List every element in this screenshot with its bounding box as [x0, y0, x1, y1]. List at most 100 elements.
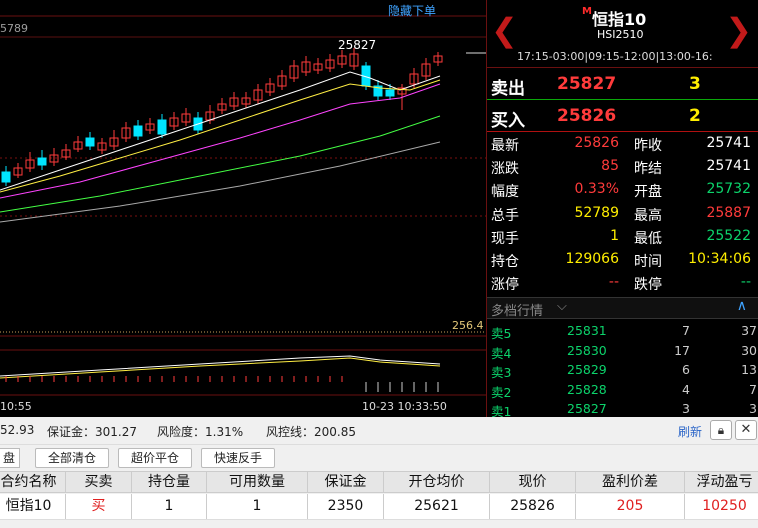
sell-price: 25827	[557, 74, 617, 94]
depth-row[interactable]: 卖4 25830 17 30	[487, 341, 758, 361]
depth-volume: 7	[682, 323, 690, 338]
hide-order-link[interactable]: 隐藏下单	[388, 2, 436, 19]
candle-body	[133, 125, 143, 137]
lock-icon[interactable]: 🔒︎	[710, 420, 732, 440]
buy-volume: 2	[689, 106, 701, 126]
candle-body	[85, 137, 95, 147]
depth-cumulative: 37	[741, 323, 757, 338]
stat-value: 0.33%	[574, 181, 619, 198]
quick-reverse-button[interactable]: 快速反手	[201, 448, 275, 468]
column-header[interactable]: 可用数量	[207, 472, 308, 492]
prev-symbol-icon[interactable]: ❮	[491, 14, 518, 46]
collapse-up-icon[interactable]: ∧	[737, 298, 747, 314]
sell-quote-row[interactable]: 卖出 25827 3	[487, 68, 758, 99]
risk-info: 风险度：1.31%	[157, 425, 244, 439]
ma40-line	[0, 115, 441, 213]
stat-value: --	[740, 274, 751, 291]
stat-label: 昨收	[634, 138, 662, 154]
close-icon[interactable]: ✕	[735, 420, 757, 440]
table-cell: 恒指10	[0, 494, 66, 519]
time-axis-left-label: 10:55	[0, 400, 32, 413]
stat-label: 跌停	[634, 277, 662, 294]
column-header[interactable]: 现价	[490, 472, 576, 492]
indicator-level-label: 256.4	[452, 319, 484, 332]
depth-volume: 17	[674, 342, 690, 358]
depth-row[interactable]: 卖1 25827 3 3	[487, 399, 758, 419]
price-axis-top-label: 5789	[0, 22, 28, 35]
stat-label: 最高	[634, 207, 662, 224]
stat-label: 现手	[491, 230, 519, 247]
column-header[interactable]: 开仓均价	[384, 472, 490, 492]
column-header[interactable]: 合约名称	[0, 472, 66, 492]
depth-header[interactable]: 多档行情 ⌵ ∧	[487, 297, 758, 319]
table-row[interactable]: 恒指10 买 1 1 2350 25621 25826 205 10250	[0, 494, 758, 520]
stat-label: 涨停	[491, 277, 519, 294]
depth-row[interactable]: 卖3 25829 6 13	[487, 360, 758, 380]
buy-label: 买入	[491, 111, 525, 131]
session-times: 17:15-03:00|09:15-12:00|13:00-16:	[517, 50, 713, 63]
stat-label: 总手	[491, 207, 519, 224]
time-axis-cursor-label: 10-23 10:33:50	[362, 400, 447, 413]
column-header[interactable]: 持仓量	[132, 472, 207, 492]
stat-value: 25741	[706, 135, 751, 151]
depth-level-label: 卖5	[491, 326, 512, 341]
symbol-code: HSI2510	[597, 28, 644, 41]
stat-value: 25522	[706, 227, 751, 244]
candlestick-chart[interactable]: 5789 隐藏下单 25827 256.4 10:55 10-23 10:33:…	[0, 0, 486, 417]
depth-level-label: 卖4	[491, 345, 512, 361]
stat-value: 25732	[706, 181, 751, 198]
margin-info: 保证金：301.27	[47, 425, 137, 439]
balance-partial: 52.93	[0, 423, 35, 437]
quote-panel: ❮ M 恒指10 HSI2510 17:15-03:00|09:15-12:00…	[486, 0, 758, 419]
chevron-double-down-icon[interactable]: ⌵	[557, 299, 567, 314]
column-header[interactable]: 买卖	[66, 472, 132, 492]
stat-value: 52789	[574, 204, 619, 221]
stat-value: --	[608, 274, 619, 291]
tab-positions[interactable]: 盘	[0, 448, 20, 468]
stat-value: 10:34:06	[688, 251, 751, 267]
candle-body	[157, 119, 167, 135]
candle-body	[1, 171, 11, 183]
positions-table-header: 合约名称 买卖 持仓量 可用数量 保证金 开仓均价 现价 盈利价差 浮动盈亏	[0, 471, 758, 493]
stat-label: 幅度	[491, 184, 519, 201]
risk-line-info: 风控线：200.85	[266, 425, 356, 439]
stat-label: 涨跌	[491, 161, 519, 178]
stat-value: 25826	[574, 135, 619, 151]
main-contract-mark: M	[582, 6, 592, 17]
depth-volume: 3	[682, 401, 690, 416]
depth-price: 25829	[567, 362, 607, 377]
ma20-line	[0, 83, 441, 199]
depth-row[interactable]: 卖5 25831 7 37	[487, 321, 758, 341]
stat-label: 最新	[491, 138, 519, 154]
table-cell: 买	[66, 494, 132, 519]
depth-title: 多档行情	[491, 304, 544, 319]
depth-price: 25830	[567, 342, 607, 358]
symbol-header: ❮ M 恒指10 HSI2510 17:15-03:00|09:15-12:00…	[487, 0, 758, 68]
column-header[interactable]: 盈利价差	[576, 472, 685, 492]
action-bar: 盘 全部清仓 超价平仓 快速反手	[0, 446, 758, 470]
stat-value: 1	[610, 227, 619, 244]
exceed-price-close-button[interactable]: 超价平仓	[118, 448, 192, 468]
close-all-button[interactable]: 全部清仓	[35, 448, 109, 468]
high-price-annotation: 25827	[338, 38, 377, 52]
table-cell: 25826	[490, 494, 576, 519]
depth-price: 25828	[567, 381, 607, 397]
column-header[interactable]: 浮动盈亏	[685, 472, 758, 492]
trading-panel: 52.93 保证金：301.27 风险度：1.31% 风控线：200.85 刷新…	[0, 417, 758, 528]
depth-row[interactable]: 卖2 25828 4 7	[487, 380, 758, 400]
depth-cumulative: 3	[749, 401, 757, 416]
table-cell: 2350	[308, 494, 384, 519]
account-bar: 52.93 保证金：301.27 风险度：1.31% 风控线：200.85 刷新…	[0, 417, 758, 445]
table-cell: 1	[207, 494, 308, 519]
depth-cumulative: 7	[749, 381, 757, 397]
stat-label: 时间	[634, 254, 662, 270]
depth-volume: 4	[682, 381, 690, 397]
buy-quote-row[interactable]: 买入 25826 2	[487, 100, 758, 131]
column-header[interactable]: 保证金	[308, 472, 384, 492]
stat-value: 85	[601, 158, 619, 175]
candle-body	[37, 157, 47, 166]
stat-value: 25741	[706, 158, 751, 175]
depth-level-label: 卖3	[491, 365, 512, 380]
refresh-link[interactable]: 刷新	[678, 423, 702, 440]
next-symbol-icon[interactable]: ❯	[725, 14, 752, 46]
